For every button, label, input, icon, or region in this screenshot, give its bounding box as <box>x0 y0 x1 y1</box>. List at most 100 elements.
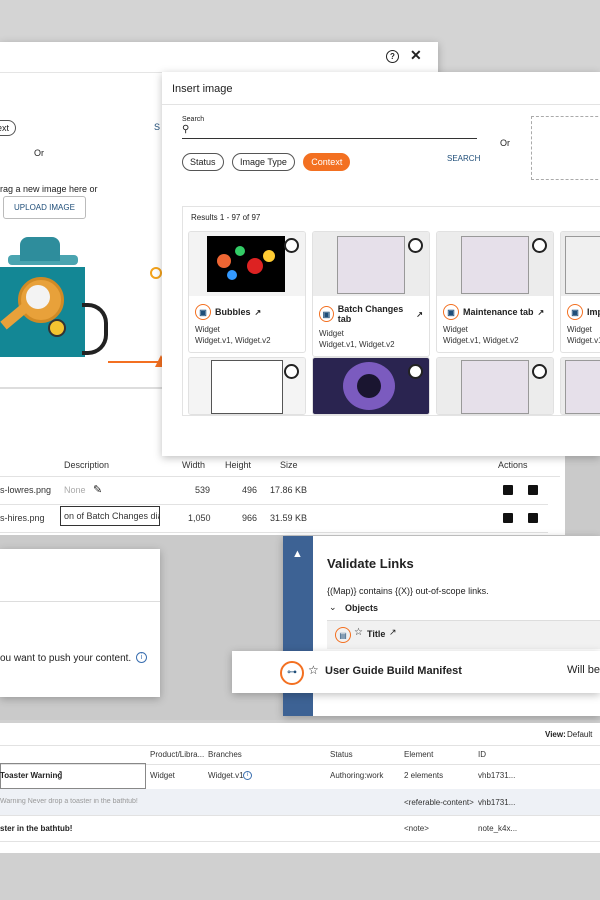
search-icon: ⚲ <box>182 124 190 135</box>
thumbnail-photo <box>313 358 429 414</box>
thumbnail-dialog <box>437 358 553 414</box>
tile-type: Widget <box>567 325 592 334</box>
col-product[interactable]: Product/Libra... <box>150 750 204 759</box>
star-icon[interactable]: ☆ <box>354 627 363 638</box>
id-value: note_k4x... <box>478 824 518 833</box>
search-input[interactable]: ⚲ <box>182 124 477 139</box>
col-width[interactable]: Width <box>182 460 205 470</box>
thumbnail-bubbles <box>189 232 305 296</box>
detective-illustration <box>0 237 170 389</box>
row-title: ster in the bathtub! <box>0 824 73 833</box>
thumbnail-import <box>561 232 600 296</box>
table-row[interactable]: s-lowres.png None ✎ 539 496 17.86 KB <box>0 476 548 505</box>
col-status[interactable]: Status <box>330 750 353 759</box>
filter-context[interactable]: Context <box>303 153 351 171</box>
external-link-icon[interactable]: ↗ <box>56 769 63 778</box>
table-row[interactable]: ster in the bathtub! <note> note_k4x... <box>0 815 600 842</box>
delete-icon[interactable] <box>528 485 538 495</box>
file-name: s-hires.png <box>0 513 45 523</box>
tile-type: Widget <box>319 329 344 338</box>
row-title: Warning Never drop a toaster in the bath… <box>0 798 138 805</box>
select-radio[interactable] <box>408 238 423 253</box>
tile-name: Maintenance tab <box>463 307 534 317</box>
info-icon[interactable]: i <box>243 771 252 780</box>
star-icon[interactable]: ☆ <box>308 663 319 677</box>
select-radio[interactable] <box>284 364 299 379</box>
id-value: vhb1731... <box>478 771 516 780</box>
image-tile[interactable]: ▣ Maintenance tab ↗ Widget Widget.v1, Wi… <box>436 231 554 353</box>
height-value: 496 <box>242 485 258 495</box>
external-link-icon[interactable]: ↗ <box>389 627 397 638</box>
element-value: <referable-content> <box>404 798 474 807</box>
status-value: Authoring:work <box>330 771 384 780</box>
file-name: s-lowres.png <box>0 485 52 495</box>
table-header: Product/Libra... Branches Status Element… <box>0 745 600 765</box>
filter-status[interactable]: Status <box>182 153 224 171</box>
image-tile[interactable]: ▣ Bubbles ↗ Widget Widget.v1, Widget.v2 <box>188 231 306 353</box>
image-tile[interactable]: ▣ Imp Widget Widget.v1, W <box>560 231 600 353</box>
tile-title: ▣ Imp <box>561 296 600 324</box>
will-be-text: Will be <box>567 664 600 676</box>
close-icon[interactable]: ✕ <box>410 47 422 64</box>
results-panel: Results 1 - 97 of 97 ▣ Bubbles ↗ Widget … <box>182 206 600 416</box>
select-radio[interactable] <box>532 238 547 253</box>
thumbnail-dialog-2 <box>561 358 600 414</box>
divider <box>0 601 160 602</box>
tile-name: Imp <box>587 307 600 317</box>
objects-label[interactable]: Objects <box>345 603 378 613</box>
col-description[interactable]: Description <box>64 460 109 470</box>
tile-title: ▣ Maintenance tab ↗ <box>437 296 553 324</box>
thumbnail-batch-changes <box>313 232 429 296</box>
thumbnail-diagram <box>189 358 305 414</box>
select-radio[interactable] <box>532 364 547 379</box>
object-row[interactable]: ▤ ☆ Title ↗ <box>327 620 600 649</box>
image-preview-icon[interactable] <box>503 485 513 495</box>
description-input[interactable]: on of Batch Changes dialog <box>60 506 160 526</box>
image-tile[interactable]: ▣ Batch Changes tab ↗ Widget Widget.v1, … <box>312 231 430 357</box>
table-row[interactable]: s-hires.png on of Batch Changes dialog 1… <box>0 504 548 533</box>
results-count: Results 1 - 97 of 97 <box>191 213 261 222</box>
filter-image-type[interactable]: Image Type <box>231 153 295 171</box>
tile-versions: Widget.v1, Widget.v2 <box>319 340 395 349</box>
upload-image-button[interactable]: UPLOAD IMAGE <box>3 196 86 219</box>
col-height[interactable]: Height <box>225 460 251 470</box>
edit-pencil-icon[interactable]: ✎ <box>93 483 102 496</box>
element-value: 2 elements <box>404 771 444 780</box>
external-link-icon[interactable]: ↗ <box>416 310 423 319</box>
col-size[interactable]: Size <box>280 460 298 470</box>
description-value: None <box>64 485 86 495</box>
table-row[interactable]: Warning Never drop a toaster in the bath… <box>0 789 600 816</box>
col-branches[interactable]: Branches <box>208 750 242 759</box>
manifest-title: User Guide Build Manifest <box>325 665 462 677</box>
or-label: Or <box>34 148 44 158</box>
info-icon[interactable]: i <box>136 652 147 663</box>
external-link-icon[interactable]: ↗ <box>538 308 545 317</box>
image-icon: ▣ <box>319 306 334 322</box>
select-radio[interactable] <box>408 364 423 379</box>
col-id[interactable]: ID <box>478 750 486 759</box>
image-tile[interactable] <box>188 357 306 415</box>
col-actions[interactable]: Actions <box>498 460 528 470</box>
search-button[interactable]: SEARCH <box>447 154 480 163</box>
push-content-card: ou want to push your content. i <box>0 549 160 697</box>
table-row[interactable]: Toaster Warning ↗ Widget Widget.v1 i Aut… <box>0 763 600 790</box>
help-icon[interactable]: ? <box>386 50 399 63</box>
drop-zone[interactable] <box>531 116 600 180</box>
divider <box>162 104 600 105</box>
image-preview-icon[interactable] <box>503 513 513 523</box>
image-tile[interactable] <box>436 357 554 415</box>
text-chip[interactable]: ext <box>0 120 17 136</box>
insert-image-dialog: Insert image Search ⚲ Or Status Image Ty… <box>162 72 600 456</box>
external-link-icon[interactable]: ↗ <box>255 308 262 317</box>
chevron-down-icon[interactable]: ⌄ <box>329 602 337 613</box>
validate-title: Validate Links <box>327 556 414 571</box>
select-radio[interactable] <box>284 238 299 253</box>
tile-name: Bubbles <box>215 307 251 317</box>
col-element[interactable]: Element <box>404 750 433 759</box>
image-tile[interactable] <box>312 357 430 415</box>
view-select[interactable]: Default <box>567 730 592 739</box>
size-value: 31.59 KB <box>270 513 308 523</box>
tile-versions: Widget.v1, Widget.v2 <box>443 336 519 345</box>
image-tile[interactable] <box>560 357 600 415</box>
delete-icon[interactable] <box>528 513 538 523</box>
